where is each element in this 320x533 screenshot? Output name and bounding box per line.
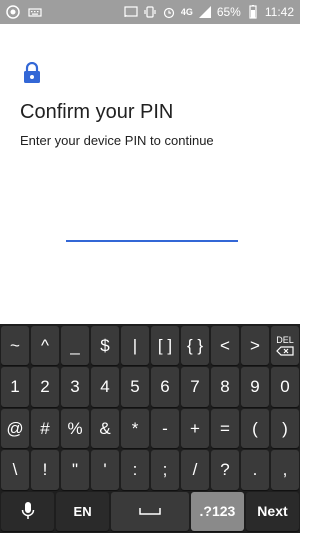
delete-label: DEL (276, 335, 294, 346)
key-2[interactable]: 2 (31, 367, 59, 407)
key-greater-than[interactable]: > (241, 326, 269, 366)
clock: 11:42 (264, 5, 294, 19)
pin-input[interactable] (66, 212, 238, 242)
key-exclamation[interactable]: ! (31, 450, 59, 490)
key-dollar[interactable]: $ (91, 326, 119, 366)
keyboard-row-5: EN .?123 Next (1, 491, 299, 532)
key-colon[interactable]: : (121, 450, 149, 490)
delete-key[interactable]: DEL (271, 326, 299, 366)
key-6[interactable]: 6 (151, 367, 179, 407)
key-4[interactable]: 4 (91, 367, 119, 407)
key-1[interactable]: 1 (1, 367, 29, 407)
key-asterisk[interactable]: * (121, 408, 149, 449)
key-8[interactable]: 8 (211, 367, 239, 407)
key-single-quote[interactable]: ' (91, 450, 119, 490)
language-key[interactable]: EN (56, 491, 110, 532)
battery-percent: 65% (216, 5, 241, 19)
key-hash[interactable]: # (31, 408, 59, 449)
key-3[interactable]: 3 (61, 367, 89, 407)
key-slash[interactable]: / (181, 450, 209, 490)
next-key[interactable]: Next (245, 491, 299, 532)
signal-icon (198, 6, 211, 18)
key-period[interactable]: . (241, 450, 269, 490)
keyboard-icon (28, 8, 42, 17)
network-type: 4G (180, 7, 193, 17)
page-subtitle: Enter your device PIN to continue (20, 133, 214, 148)
status-bar: 4G 65% 11:42 (0, 0, 300, 24)
key-minus[interactable]: - (151, 408, 179, 449)
key-plus[interactable]: + (181, 408, 209, 449)
key-double-quote[interactable]: " (61, 450, 89, 490)
key-backslash[interactable]: \ (1, 450, 29, 490)
key-9[interactable]: 9 (241, 367, 269, 407)
key-less-than[interactable]: < (211, 326, 239, 366)
key-semicolon[interactable]: ; (151, 450, 179, 490)
keyboard-row-4: \ ! " ' : ; / ? . , (1, 450, 299, 490)
key-ampersand[interactable]: & (91, 408, 119, 449)
aperture-icon (6, 5, 20, 19)
key-caret[interactable]: ^ (31, 326, 59, 366)
space-key[interactable] (111, 491, 189, 532)
key-underscore[interactable]: _ (61, 326, 89, 366)
page-title: Confirm your PIN (20, 101, 174, 123)
keyboard-row-2: 1 2 3 4 5 6 7 8 9 0 (1, 367, 299, 407)
key-7[interactable]: 7 (181, 367, 209, 407)
key-at[interactable]: @ (1, 408, 29, 449)
key-equals[interactable]: = (211, 408, 239, 449)
key-close-paren[interactable]: ) (271, 408, 299, 449)
symbols-toggle-key[interactable]: .?123 (190, 491, 244, 532)
soft-keyboard: ~ ^ _ $ | [ ] { } < > DEL 1 2 3 4 5 6 7 … (0, 324, 300, 533)
key-pipe[interactable]: | (121, 326, 149, 366)
key-open-paren[interactable]: ( (241, 408, 269, 449)
cast-icon (124, 6, 138, 18)
lock-icon (24, 62, 40, 83)
key-percent[interactable]: % (61, 408, 89, 449)
key-braces[interactable]: { } (181, 326, 209, 366)
key-0[interactable]: 0 (271, 367, 299, 407)
key-brackets[interactable]: [ ] (151, 326, 179, 366)
space-bar-icon (139, 508, 161, 516)
key-tilde[interactable]: ~ (1, 326, 29, 366)
voice-input-key[interactable] (1, 491, 55, 532)
battery-icon (249, 5, 257, 19)
keyboard-row-3: @ # % & * - + = ( ) (1, 408, 299, 449)
backspace-icon (276, 346, 294, 356)
microphone-icon (21, 502, 34, 520)
alarm-icon (163, 7, 174, 19)
key-5[interactable]: 5 (121, 367, 149, 407)
vibrate-icon (144, 6, 156, 18)
key-comma[interactable]: , (271, 450, 299, 490)
keyboard-row-1: ~ ^ _ $ | [ ] { } < > DEL (1, 326, 299, 366)
key-question[interactable]: ? (211, 450, 239, 490)
